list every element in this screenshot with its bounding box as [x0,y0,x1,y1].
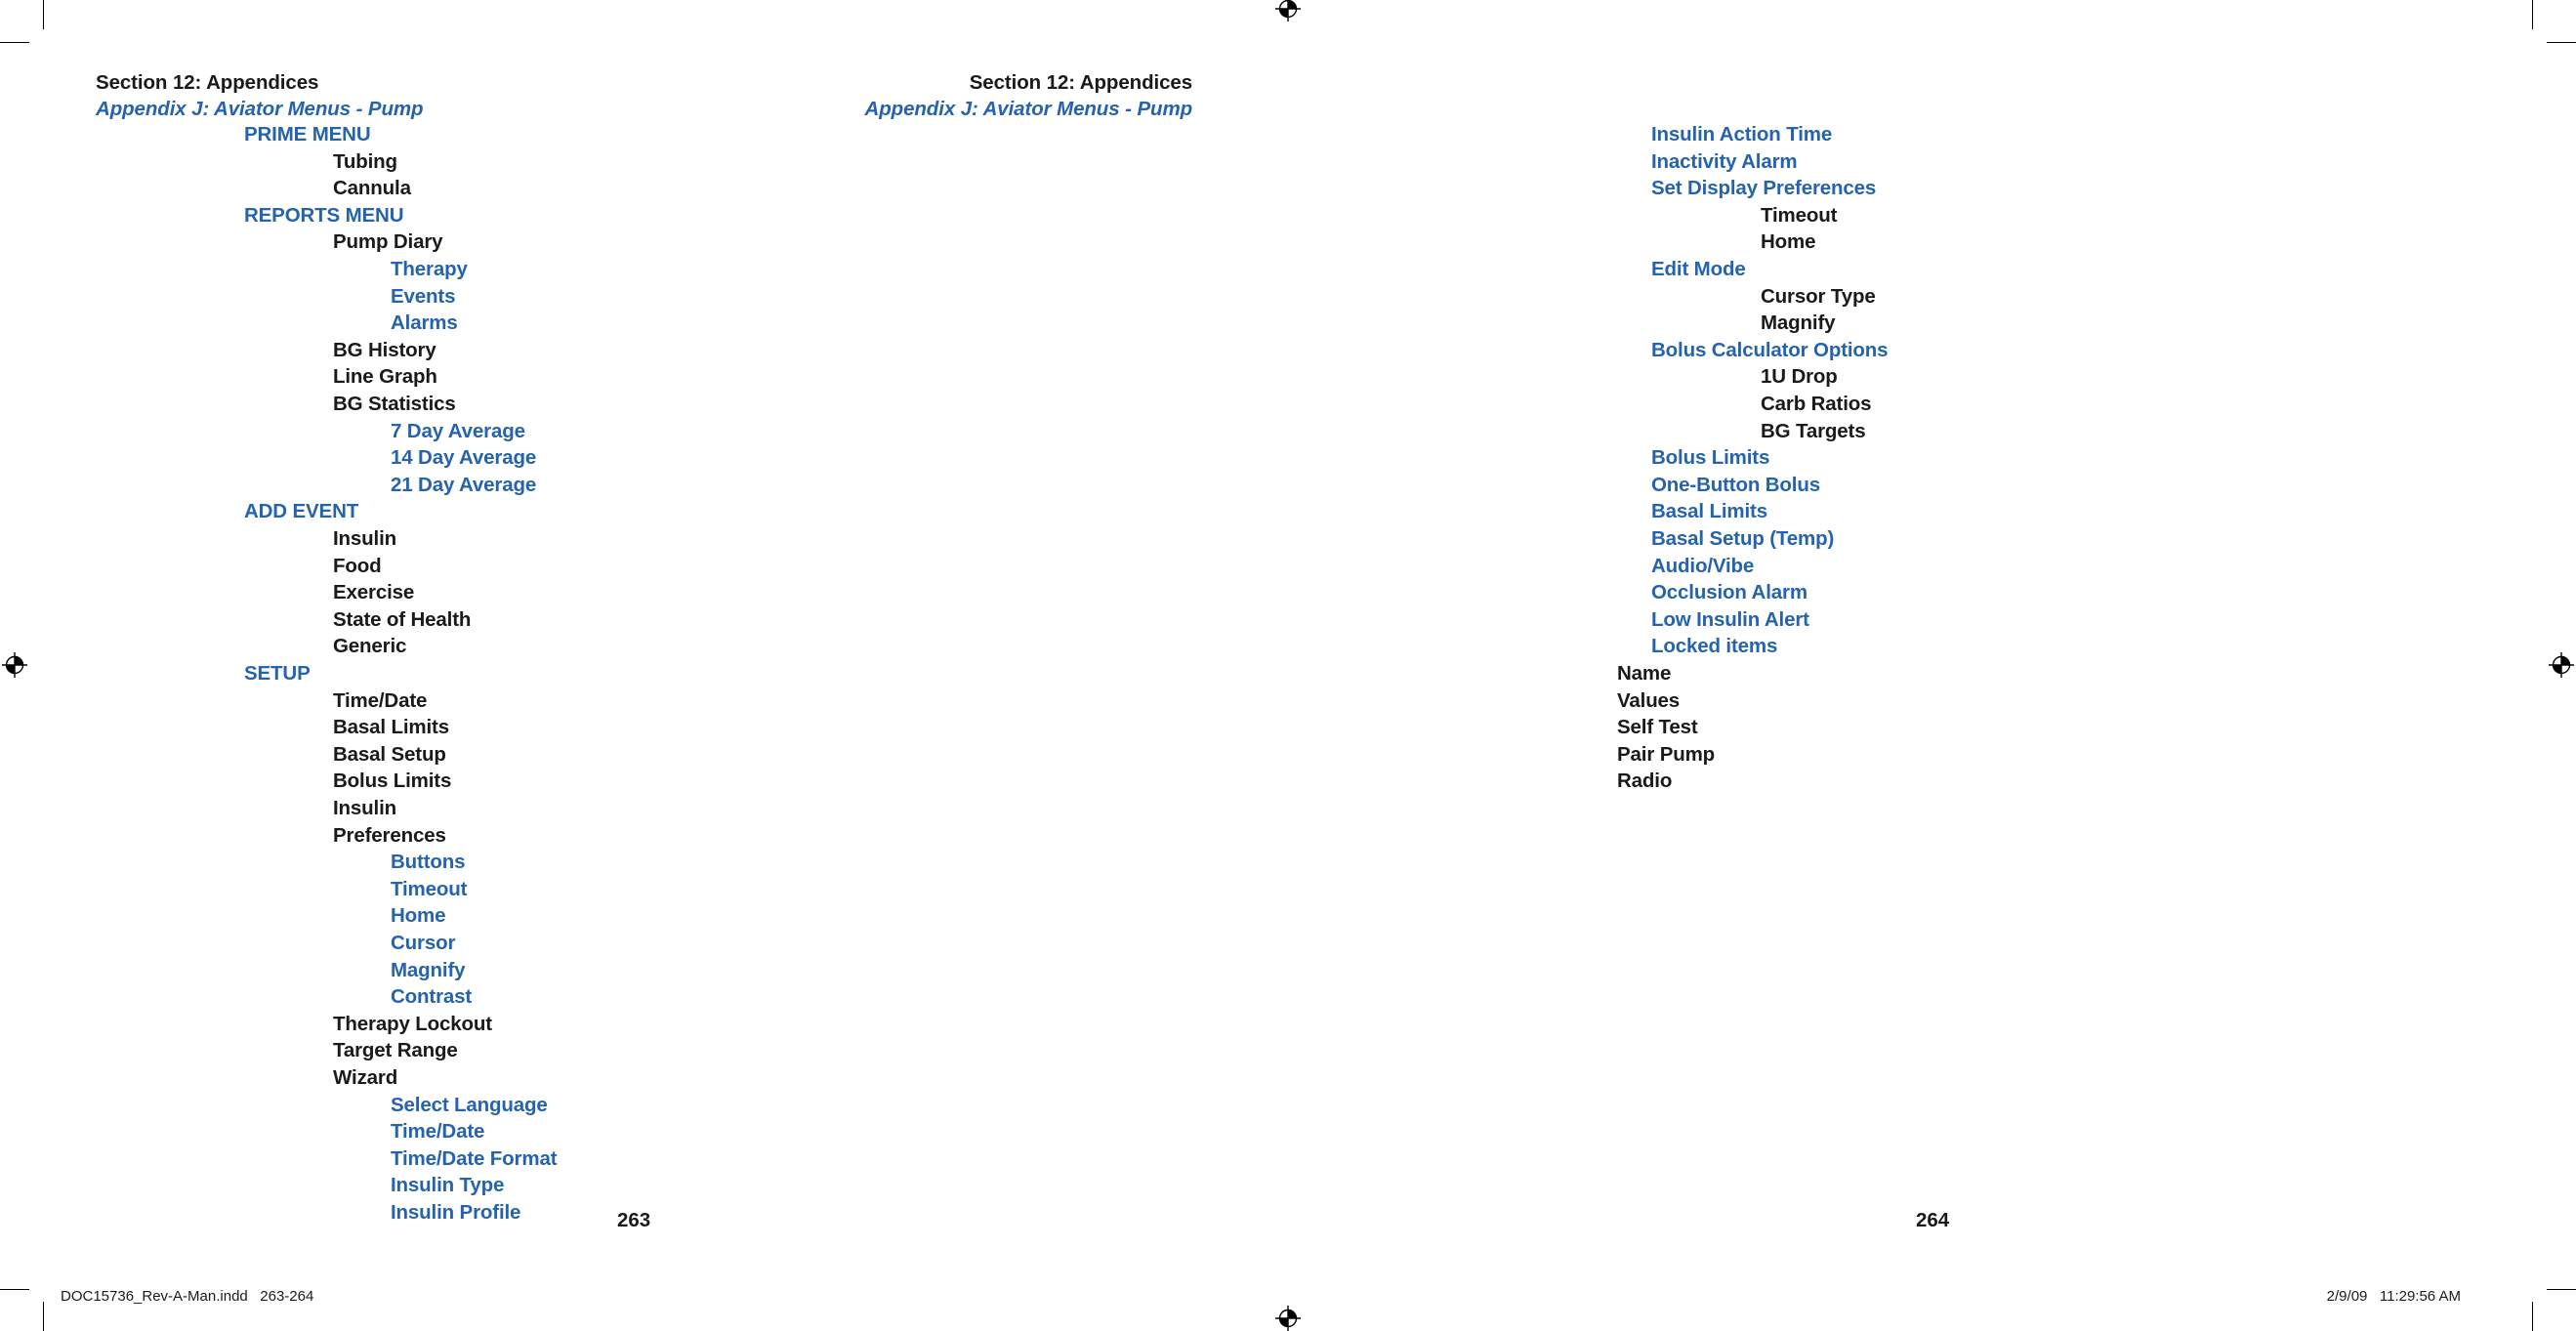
menu-item: Preferences [333,823,446,847]
menu-item: Locked items [1651,635,1778,658]
menu-item: Line Graph [333,365,437,389]
menu-item: BG Targets [1761,419,1866,442]
menu-item: 14 Day Average [391,446,537,470]
menu-item: Timeout [1761,203,1838,227]
print-slug-timestamp: 2/9/09 11:29:56 AM [2326,1288,2461,1305]
menu-item: PRIME MENU [244,123,371,146]
menu-item: Self Test [1617,716,1698,739]
menu-item: Food [333,554,382,577]
running-head-appendix-title: Appendix J: Aviator Menus - Pump [96,98,424,120]
running-head-appendix-title: Appendix J: Aviator Menus - Pump [864,98,1193,120]
menu-item: Therapy Lockout [333,1012,492,1035]
menu-item: 7 Day Average [391,419,525,442]
menu-item: Home [391,904,446,928]
menu-item: BG Statistics [333,393,456,415]
menu-item: State of Health [333,607,472,631]
page-number-left: 263 [617,1209,651,1231]
menu-item: BG History [333,338,436,361]
menu-item: Name [1617,662,1672,685]
menu-item: Audio/Vibe [1651,554,1755,577]
menu-item: Target Range [333,1039,458,1062]
menu-item: Insulin [333,527,397,550]
menu-item: Low Insulin Alert [1651,607,1809,631]
menu-item: Tubing [333,149,397,173]
menu-item: Magnify [391,958,466,981]
menu-item: Cursor [391,932,456,954]
menu-item: Insulin Type [391,1174,505,1197]
menu-item: Timeout [391,877,468,900]
menu-item: Wizard [333,1066,398,1089]
slug-rule-left [43,1302,44,1331]
slug-rule-right [2532,1302,2533,1331]
menu-item: Time/Date [333,688,428,712]
menu-item: Events [391,284,456,308]
menu-item: Home [1761,230,1816,254]
menu-item: Exercise [333,581,415,604]
menu-item: Set Display Preferences [1651,177,1877,200]
menu-item: Occlusion Alarm [1651,581,1807,604]
page-spread: Section 12: Appendices Appendix J: Aviat… [0,0,2576,1331]
menu-item: Radio [1617,769,1673,793]
menu-item: Contrast [391,985,473,1009]
menu-item: Basal Setup [333,742,446,766]
menu-item: One-Button Bolus [1651,473,1820,496]
menu-item: Generic [333,635,407,658]
menu-item: Values [1617,688,1681,712]
menu-item: Basal Limits [333,716,449,739]
running-head-section-title: Section 12: Appendices [969,71,1192,94]
menu-item: Magnify [1761,312,1836,335]
menu-item: Buttons [391,851,466,874]
menu-item: Insulin [333,797,397,819]
menu-item: Pump Diary [333,230,443,254]
page-264: Section 12: Appendices Appendix J: Aviat… [865,0,2576,1331]
menu-item: Cannula [333,177,411,200]
page-263: Section 12: Appendices Appendix J: Aviat… [0,0,1288,1331]
menu-item: Insulin Action Time [1651,123,1833,146]
menu-item: ADD EVENT [244,500,359,523]
menu-item: Time/Date Format [391,1146,558,1170]
menu-item: Select Language [391,1093,548,1116]
menu-item: Bolus Limits [1651,446,1770,470]
menu-item: Inactivity Alarm [1651,149,1798,173]
menu-item: Bolus Calculator Options [1651,338,1889,361]
menu-item: SETUP [244,662,311,685]
menu-item: Bolus Limits [333,769,452,793]
print-slug-filename: DOC15736_Rev-A-Man.indd 263-264 [61,1288,314,1305]
menu-item: Insulin Profile [391,1201,521,1224]
menu-item: Pair Pump [1617,742,1716,766]
menu-item: Cursor Type [1761,284,1876,308]
menu-item: Basal Setup (Temp) [1651,527,1835,550]
menu-item: Time/Date [391,1120,485,1144]
menu-item: Basal Limits [1651,500,1767,523]
menu-item: 1U Drop [1761,365,1838,389]
running-head-section-title: Section 12: Appendices [96,71,319,94]
menu-item: Edit Mode [1651,258,1746,280]
menu-item: 21 Day Average [391,473,537,496]
page-number-right: 264 [1916,1209,1950,1231]
menu-item: REPORTS MENU [244,203,404,227]
menu-item: Carb Ratios [1761,393,1872,415]
menu-item: Alarms [391,312,458,335]
menu-item: Therapy [391,258,468,280]
